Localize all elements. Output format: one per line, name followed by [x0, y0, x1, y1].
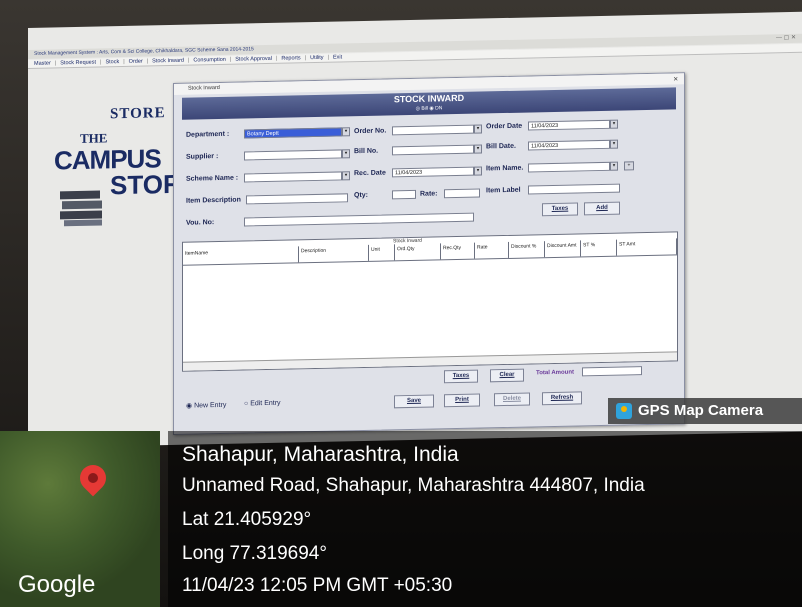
department-label: Department :	[186, 130, 230, 139]
stock-inward-grid[interactable]: Stock Inward ItemName Description Unit O…	[182, 231, 678, 372]
menu-stock-approval[interactable]: Stock Approval	[235, 55, 272, 64]
col-st-pct[interactable]: ST %	[581, 239, 617, 257]
order-date-label: Order Date	[486, 122, 523, 131]
latitude: Lat 21.405929°	[182, 509, 312, 530]
bill-no-label: Bill No.	[354, 147, 379, 156]
menu-reports[interactable]: Reports	[281, 54, 300, 62]
qty-label: Qty:	[354, 191, 368, 200]
scheme-name-select[interactable]	[244, 171, 342, 183]
vou-no-label: Vou. No:	[186, 219, 215, 227]
chevron-down-icon[interactable]: ▾	[610, 139, 618, 149]
bill-no-field[interactable]	[392, 144, 474, 156]
item-name-label: Item Name.	[486, 164, 524, 173]
stock-inward-dialog: Stock Inward × STOCK INWARD ◎ Bill ◉ DN …	[173, 72, 685, 435]
datetime: 11/04/23 12:05 PM GMT +05:30	[182, 575, 453, 596]
supplier-select[interactable]	[244, 149, 342, 161]
gps-map-camera-badge: GPS Map Camera	[608, 398, 802, 424]
gps-overlay: Google Shahapur, Maharashtra, India Unna…	[0, 424, 802, 607]
menu-stock-inward[interactable]: Stock Inward	[152, 57, 184, 66]
col-st-amt[interactable]: ST Amt	[617, 238, 677, 256]
dialog-footer: Taxes Clear Total Amount ◉ New Entry ○ E…	[182, 363, 676, 431]
window-controls[interactable]: — ▢ ✕	[776, 34, 796, 41]
total-amount-field	[582, 366, 642, 377]
col-rate[interactable]: Rate	[475, 241, 509, 259]
location-info: Shahapur, Maharashtra, India Unnamed Roa…	[168, 431, 802, 607]
menu-order[interactable]: Order	[129, 58, 143, 66]
col-ord-qty[interactable]: Ord.Qty	[395, 243, 441, 261]
chevron-down-icon[interactable]: ▾	[474, 144, 482, 154]
close-icon[interactable]: ×	[673, 73, 678, 84]
order-date-field[interactable]: 11/04/2023	[528, 119, 610, 131]
item-label-label: Item Label	[486, 186, 521, 195]
item-description-field[interactable]	[246, 193, 348, 205]
chevron-down-icon[interactable]: ▾	[342, 171, 350, 181]
gps-camera-icon	[616, 403, 632, 420]
scheme-name-label: Scheme Name :	[186, 174, 239, 183]
menu-stock[interactable]: Stock	[105, 58, 119, 66]
total-amount-label: Total Amount	[536, 369, 574, 377]
taxes-button-top[interactable]: Taxes	[542, 202, 578, 217]
refresh-button[interactable]: Refresh	[542, 391, 582, 406]
rate-label: Rate:	[420, 190, 438, 198]
department-select[interactable]: Botany Deptt	[244, 127, 342, 139]
logo-store: STORE	[110, 105, 166, 123]
chevron-down-icon[interactable]: ▾	[610, 119, 618, 129]
col-itemname[interactable]: ItemName	[183, 246, 299, 265]
screen: Stock Management System : Arts, Com & Sc…	[28, 11, 802, 448]
rate-field[interactable]	[444, 188, 480, 199]
col-description[interactable]: Description	[299, 244, 369, 263]
supplier-label: Supplier :	[186, 153, 219, 161]
print-button[interactable]: Print	[444, 393, 480, 408]
map-thumbnail: Google	[0, 431, 160, 607]
col-discount-pct[interactable]: Discount %	[509, 241, 545, 258]
rec-date-field[interactable]: 11/04/2023	[392, 166, 474, 178]
map-pin-icon	[74, 459, 112, 497]
chevron-down-icon[interactable]: ▾	[474, 124, 482, 134]
delete-button[interactable]: Delete	[494, 392, 530, 407]
taxes-button-bottom[interactable]: Taxes	[444, 369, 478, 384]
place-name: Shahapur, Maharashtra, India	[182, 443, 459, 466]
menu-consumption[interactable]: Consumption	[193, 56, 225, 65]
google-logo: Google	[18, 571, 96, 598]
menu-master[interactable]: Master	[34, 60, 51, 68]
chevron-down-icon[interactable]: ▾	[342, 127, 350, 137]
books-icon	[60, 190, 102, 227]
inward-form: Department : Botany Deptt ▾ Order No. ▾ …	[182, 109, 676, 239]
col-unit[interactable]: Unit	[369, 244, 395, 261]
save-button[interactable]: Save	[394, 394, 434, 409]
new-entry-radio[interactable]: ◉ New Entry	[186, 401, 226, 410]
order-no-label: Order No.	[354, 127, 387, 136]
bill-date-label: Bill Date.	[486, 142, 516, 151]
menu-utility[interactable]: Utility	[310, 54, 323, 62]
longitude: Long 77.319694°	[182, 543, 327, 564]
edit-entry-radio[interactable]: ○ Edit Entry	[244, 400, 281, 408]
order-no-select[interactable]	[392, 124, 474, 136]
add-button[interactable]: Add	[584, 201, 620, 216]
chevron-down-icon[interactable]: ▾	[342, 149, 350, 159]
menu-stock-request[interactable]: Stock Request	[60, 59, 96, 68]
menu-exit[interactable]: Exit	[333, 53, 342, 61]
chevron-down-icon[interactable]: ▾	[610, 161, 618, 171]
item-description-label: Item Description	[186, 196, 241, 205]
grid-header: ItemName Description Unit Ord.Qty Rec.Qt…	[183, 238, 677, 266]
item-name-select[interactable]	[528, 161, 610, 173]
logo-stor: STOR	[110, 168, 182, 201]
address-line: Unnamed Road, Shahapur, Maharashtra 4448…	[182, 475, 645, 496]
plus-icon[interactable]: +	[624, 161, 634, 171]
vou-no-field[interactable]	[244, 212, 474, 227]
col-rec-qty[interactable]: Rec.Qty	[441, 242, 475, 260]
rec-date-label: Rec. Date	[354, 169, 386, 178]
qty-field[interactable]	[392, 189, 416, 200]
bill-date-field[interactable]: 11/04/2023	[528, 139, 610, 151]
clear-button[interactable]: Clear	[490, 368, 524, 383]
chevron-down-icon[interactable]: ▾	[474, 166, 482, 176]
col-discount-amt[interactable]: Discount Amt	[545, 240, 581, 258]
item-label-field[interactable]	[528, 183, 620, 195]
